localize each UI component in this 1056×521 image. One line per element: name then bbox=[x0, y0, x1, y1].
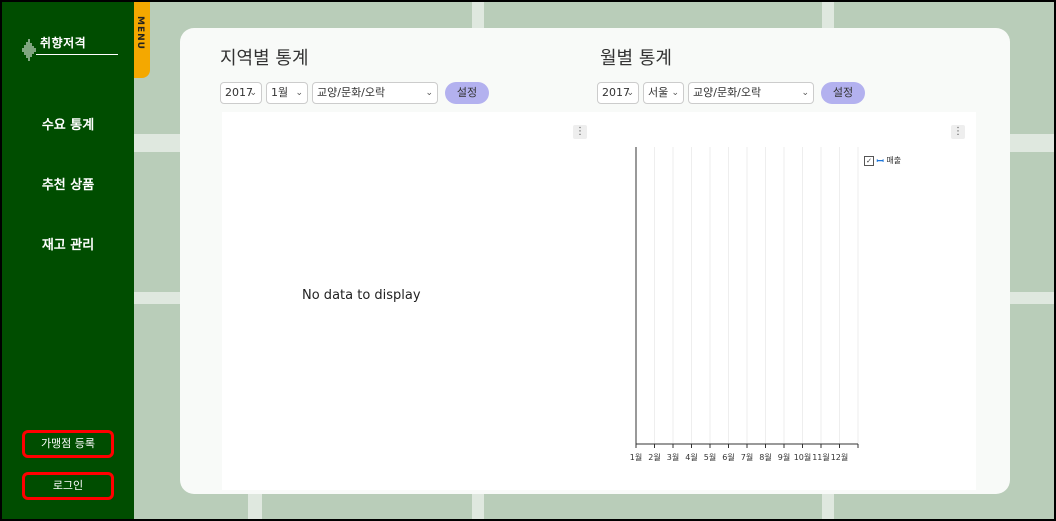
more-vertical-icon[interactable]: ⋮ bbox=[573, 125, 587, 139]
x-tick-label: 4월 bbox=[685, 452, 697, 462]
regional-month-select[interactable]: 1월 ⌄ bbox=[266, 82, 308, 104]
regional-month-value: 1월 bbox=[271, 86, 289, 99]
regional-year-select[interactable]: 2017 ⌄ bbox=[220, 82, 262, 104]
regional-set-button[interactable]: 설정 bbox=[445, 82, 489, 104]
app-frame: 취향저격 수요 통계 추천 상품 재고 관리 가맹점 등록 로그인 MENU 지… bbox=[2, 2, 1054, 519]
more-vertical-icon[interactable]: ⋮ bbox=[951, 125, 965, 139]
x-tick-label: 3월 bbox=[667, 452, 679, 462]
x-tick-label: 12월 bbox=[831, 452, 849, 462]
menu-toggle-tab[interactable]: MENU bbox=[134, 2, 150, 78]
regional-category-select[interactable]: 교양/문화/오락 ⌄ bbox=[312, 82, 438, 104]
chevron-down-icon: ⌄ bbox=[671, 88, 679, 98]
x-tick-label: 8월 bbox=[759, 452, 771, 462]
no-data-message: No data to display bbox=[302, 288, 421, 303]
monthly-set-button[interactable]: 설정 bbox=[821, 82, 865, 104]
x-tick-label: 11월 bbox=[812, 452, 830, 462]
sidebar-item-demand-stats[interactable]: 수요 통계 bbox=[2, 114, 134, 133]
chevron-down-icon: ⌄ bbox=[425, 88, 433, 98]
monthly-category-select[interactable]: 교양/문화/오락 ⌄ bbox=[688, 82, 814, 104]
x-tick-label: 9월 bbox=[778, 452, 790, 462]
monthly-region-select[interactable]: 서울 ⌄ bbox=[643, 82, 684, 104]
monthly-year-select[interactable]: 2017 ⌄ bbox=[597, 82, 639, 104]
monthly-chart: 1월 2월 3월 4월 5월 6월 7월 8월 9월 10월 11월 12월 bbox=[630, 147, 859, 462]
x-tick-label: 6월 bbox=[722, 452, 734, 462]
x-tick-label: 10월 bbox=[794, 452, 812, 462]
monthly-category-value: 교양/문화/오락 bbox=[693, 86, 762, 99]
legend-series-label: 매출 bbox=[886, 156, 902, 165]
legend-checkbox[interactable]: ✓ bbox=[864, 155, 874, 166]
chart-legend: ✓ ꟷ 매출 bbox=[864, 154, 901, 167]
chevron-down-icon: ⌄ bbox=[801, 88, 809, 98]
x-tick-label: 1월 bbox=[630, 452, 642, 462]
series-swatch-icon: ꟷ bbox=[876, 157, 884, 167]
chevron-down-icon: ⌄ bbox=[295, 88, 303, 98]
menu-tab-label: MENU bbox=[135, 16, 145, 50]
store-register-button[interactable]: 가맹점 등록 bbox=[22, 430, 114, 458]
sound-wave-icon bbox=[22, 39, 36, 61]
logo[interactable]: 취향저격 bbox=[22, 34, 118, 66]
regional-stats-title: 지역별 통계 bbox=[220, 48, 309, 69]
x-tick-label: 7월 bbox=[741, 452, 753, 462]
x-tick-label: 2월 bbox=[648, 452, 660, 462]
logo-underline bbox=[36, 54, 118, 55]
regional-category-value: 교양/문화/오락 bbox=[317, 86, 386, 99]
login-button[interactable]: 로그인 bbox=[22, 472, 114, 500]
sidebar-item-recommended-products[interactable]: 추천 상품 bbox=[2, 174, 134, 193]
logo-text: 취향저격 bbox=[40, 36, 87, 50]
monthly-stats-title: 월별 통계 bbox=[600, 48, 672, 69]
sidebar-item-inventory[interactable]: 재고 관리 bbox=[2, 234, 134, 253]
monthly-region-value: 서울 bbox=[648, 86, 669, 99]
x-tick-label: 5월 bbox=[704, 452, 716, 462]
sidebar: 취향저격 수요 통계 추천 상품 재고 관리 가맹점 등록 로그인 bbox=[2, 2, 134, 519]
chevron-down-icon: ⌄ bbox=[249, 88, 257, 98]
chevron-down-icon: ⌄ bbox=[626, 88, 634, 98]
